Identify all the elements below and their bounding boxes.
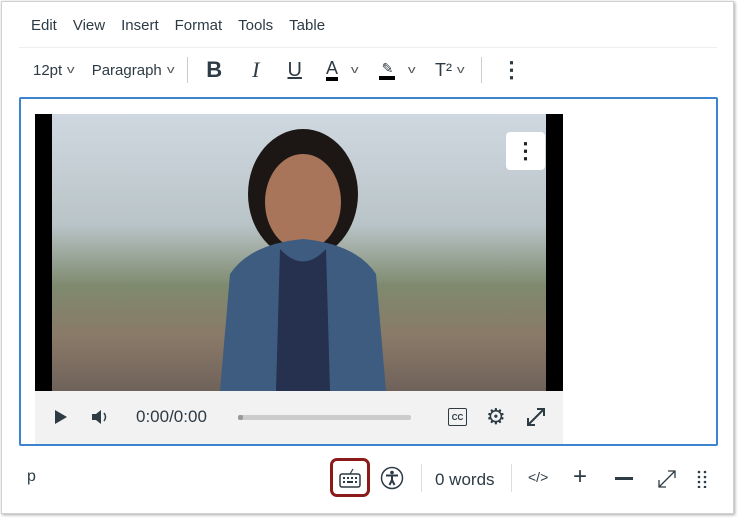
keyboard-icon [339,468,361,488]
block-format-value: Paragraph [91,61,162,79]
toolbar: 12pt v Paragraph v B I U Av ✎ v T² v ⋮ [33,56,522,84]
word-count[interactable]: 0 words [435,470,495,490]
divider [481,57,483,83]
kebab-icon: ⋮ [514,138,537,163]
text-color-icon: A [325,59,338,81]
accessibility-checker-icon[interactable] [380,466,404,490]
superscript-icon: T² [434,59,452,80]
settings-gear-icon[interactable]: ⚙ [486,404,506,430]
italic-button[interactable]: I [252,57,259,83]
menu-edit[interactable]: Edit [31,17,57,34]
divider [511,464,512,492]
block-format-dropdown[interactable]: Paragraph v [91,61,175,79]
chevron-down-icon: v [350,64,359,76]
highlight-color-button[interactable]: ✎ v [379,60,417,80]
video-frame[interactable]: ⋮ [35,114,563,391]
html-editor-toggle[interactable]: </> [528,469,548,485]
video-player[interactable]: ⋮ 0:00/0:00 CC ⚙ [35,114,563,444]
video-controls: 0:00/0:00 CC ⚙ [35,391,563,444]
divider [421,464,422,492]
volume-icon[interactable] [91,408,111,426]
font-size-value: 12pt [33,61,63,79]
video-seek-bar[interactable] [238,415,411,420]
highlighter-icon: ✎ [379,60,396,80]
video-time: 0:00/0:00 [136,407,207,426]
superscript-button[interactable]: T² v [434,59,465,81]
menu-tools[interactable]: Tools [238,17,273,34]
divider [19,47,717,48]
seek-progress [238,415,244,420]
chevron-down-icon: v [166,64,175,76]
play-icon[interactable] [54,409,68,425]
more-options-button[interactable]: ⋮ [500,57,522,83]
text-color-button[interactable]: Av [325,59,359,81]
chevron-down-icon: v [67,64,75,76]
closed-captions-button[interactable]: CC [448,408,467,426]
keyboard-shortcuts-button[interactable] [330,458,370,497]
fullscreen-icon[interactable] [526,407,546,427]
video-thumbnail [52,114,546,391]
video-options-button[interactable]: ⋮ [506,132,545,170]
chevron-down-icon: v [408,64,417,76]
element-path[interactable]: p [27,468,36,486]
font-size-dropdown[interactable]: 12pt v [33,61,75,79]
menu-insert[interactable]: Insert [121,17,159,34]
resize-handle-icon[interactable] [697,470,707,488]
fullscreen-icon[interactable] [657,469,677,489]
zoom-out-icon[interactable] [615,477,633,480]
person-image [220,129,386,391]
menu-view[interactable]: View [73,17,105,34]
underline-button[interactable]: U [287,59,301,82]
zoom-in-icon[interactable]: + [573,463,587,491]
chevron-down-icon: v [456,64,465,76]
menubar: Edit View Insert Format Tools Table [31,17,325,34]
bold-button[interactable]: B [206,57,222,83]
status-bar: p 0 words </> + [0,458,738,500]
menu-table[interactable]: Table [289,17,325,34]
divider [187,57,189,83]
menu-format[interactable]: Format [175,17,223,34]
